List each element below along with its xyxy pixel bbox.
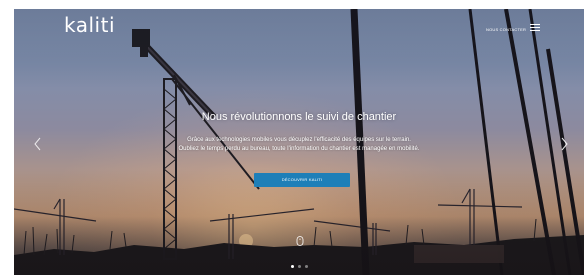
carousel-dot-2[interactable]: [298, 265, 301, 268]
carousel-dot-3[interactable]: [305, 265, 308, 268]
nav-contact-link[interactable]: NOUS CONTACTER: [486, 27, 526, 33]
hero-subline-2: Oubliez le temps perdu au bureau, toute …: [178, 146, 420, 152]
mouse-scroll-icon[interactable]: [296, 233, 304, 246]
carousel-dots: [291, 265, 308, 269]
discover-kaliti-button[interactable]: DÉCOUVRIR KALITI: [254, 173, 350, 187]
hero-subline-1: Grâce aux technologies mobiles vous décu…: [187, 137, 411, 143]
carousel-dot-1[interactable]: [291, 265, 294, 268]
hamburger-icon[interactable]: [530, 24, 540, 32]
hero-banner: kaliti NOUS CONTACTER Nous révolutionnon…: [14, 9, 584, 275]
brand-logo[interactable]: kaliti: [64, 13, 115, 37]
hero-headline: Nous révolutionnons le suivi de chantier: [201, 111, 397, 123]
